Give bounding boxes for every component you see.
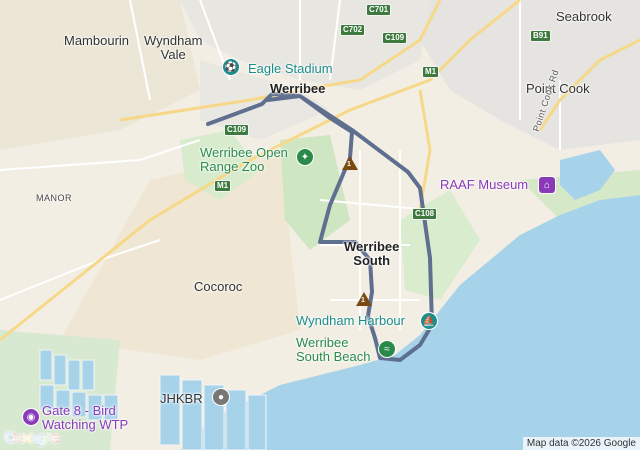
map-attribution[interactable]: Map data ©2026 Google xyxy=(522,437,640,450)
place-label-wyndham-vale: Wyndham Vale xyxy=(144,33,203,62)
road-shield-c108: C108 xyxy=(412,208,438,220)
place-label-jhkbr: JHKBR xyxy=(160,391,203,406)
route-marker-2[interactable]: 1 xyxy=(356,292,372,306)
poi-label-south-beach[interactable]: Werribee South Beach xyxy=(296,336,370,363)
poi-label-eagle-stadium[interactable]: Eagle Stadium xyxy=(248,62,333,76)
paw-icon[interactable]: ✦ xyxy=(296,148,314,166)
road-shield-m1-east: M1 xyxy=(422,66,440,78)
place-label-werribee-south: Werribee South xyxy=(344,239,400,268)
road-shield-c109-west: C109 xyxy=(224,124,250,136)
beach-icon[interactable]: ≈ xyxy=(378,340,396,358)
camera-icon[interactable]: ◉ xyxy=(22,408,40,426)
place-label-mambourin: Mambourin xyxy=(64,33,130,48)
road-shield-c702: C702 xyxy=(340,24,366,36)
map-canvas[interactable]: Mambourin Wyndham Vale Werribee Seabrook… xyxy=(0,0,640,450)
museum-icon[interactable]: ⌂ xyxy=(538,176,556,194)
poi-label-raaf-museum[interactable]: RAAF Museum xyxy=(440,178,528,192)
place-label-werribee: Werribee xyxy=(270,81,326,96)
place-label-seabrook: Seabrook xyxy=(556,9,612,24)
place-label-manor: MANOR xyxy=(36,193,72,203)
poi-label-open-range-zoo[interactable]: Werribee Open Range Zoo xyxy=(200,146,288,173)
road-shield-c109-top: C109 xyxy=(382,32,408,44)
stadium-icon[interactable]: ⚽ xyxy=(222,58,240,76)
road-shield-c701: C701 xyxy=(366,4,392,16)
place-label-point-cook: Point Cook xyxy=(526,81,590,96)
boat-icon[interactable]: ⛵ xyxy=(420,312,438,330)
place-pin-icon[interactable]: ● xyxy=(212,388,230,406)
road-shield-b91: B91 xyxy=(530,30,551,42)
poi-label-wyndham-harbour[interactable]: Wyndham Harbour xyxy=(296,314,405,328)
route-marker-1[interactable]: 1 xyxy=(342,156,358,170)
google-logo: Google xyxy=(4,428,60,447)
road-shield-m1-west: M1 xyxy=(214,180,232,192)
place-label-cocoroc: Cocoroc xyxy=(194,279,243,294)
